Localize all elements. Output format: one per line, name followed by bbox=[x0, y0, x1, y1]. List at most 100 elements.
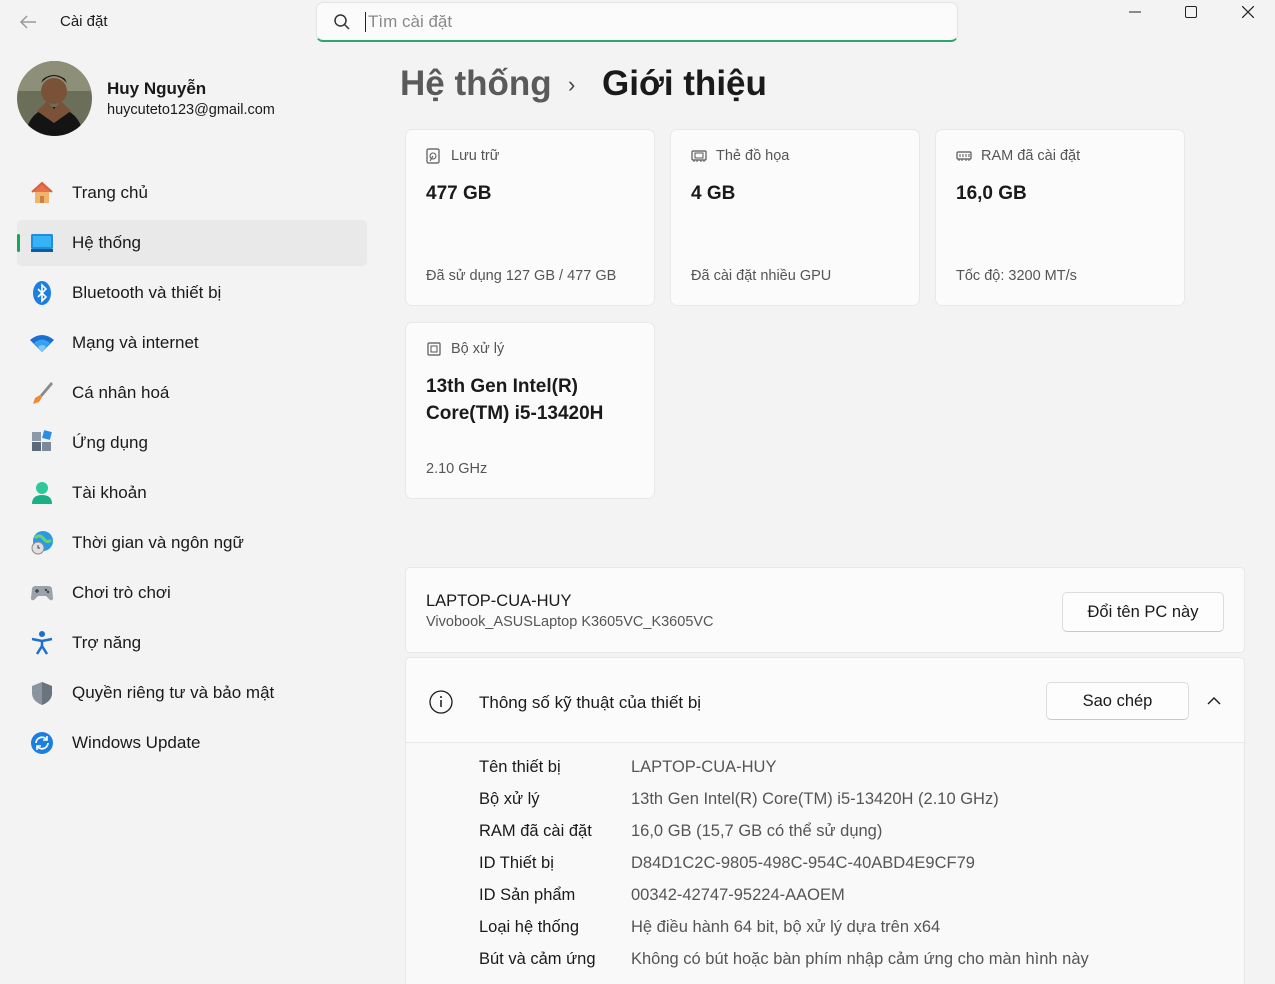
sidebar-item-bluetooth[interactable]: Bluetooth và thiết bị bbox=[17, 270, 367, 316]
avatar-photo-icon bbox=[17, 61, 92, 136]
storage-usage: Đã sử dụng 127 GB / 477 GB bbox=[426, 268, 617, 284]
spec-value[interactable]: LAPTOP-CUA-HUY bbox=[631, 758, 776, 777]
sidebar-item-label: Hệ thống bbox=[72, 233, 141, 252]
wifi-icon bbox=[29, 330, 55, 356]
spec-row: Bút và cảm ứng Không có bút hoặc bàn phí… bbox=[479, 943, 1089, 975]
sidebar-item-label: Mạng và internet bbox=[72, 333, 199, 352]
bluetooth-icon bbox=[29, 280, 55, 306]
storage-card: Lưu trữ 477 GB Đã sử dụng 127 GB / 477 G… bbox=[405, 129, 655, 306]
spec-row: ID Sản phẩm 00342-42747-95224-AAOEM bbox=[479, 879, 845, 911]
search-icon bbox=[334, 13, 350, 30]
maximize-icon bbox=[1185, 6, 1197, 18]
home-icon bbox=[29, 180, 55, 206]
gamepad-icon bbox=[29, 580, 55, 606]
globe-clock-icon bbox=[29, 530, 55, 556]
copy-button[interactable]: Sao chép bbox=[1046, 682, 1189, 720]
search-box[interactable] bbox=[316, 2, 958, 42]
pc-model: Vivobook_ASUSLaptop K3605VC_K3605VC bbox=[426, 614, 714, 630]
sidebar-item-windows-update[interactable]: Windows Update bbox=[17, 720, 367, 766]
minimize-icon bbox=[1129, 11, 1141, 13]
maximize-button[interactable] bbox=[1168, 0, 1214, 24]
storage-label: Lưu trữ bbox=[451, 148, 500, 164]
spec-label: ID Sản phẩm bbox=[479, 885, 576, 904]
sidebar-item-system[interactable]: Hệ thống bbox=[17, 220, 367, 266]
brush-icon bbox=[29, 380, 55, 406]
spec-label: Tên thiết bị bbox=[479, 757, 561, 776]
sidebar-item-home[interactable]: Trang chủ bbox=[17, 170, 367, 216]
accessibility-icon bbox=[29, 630, 55, 656]
storage-value: 477 GB bbox=[426, 183, 492, 204]
spec-row: Bộ xử lý 13th Gen Intel(R) Core(TM) i5-1… bbox=[479, 783, 999, 815]
spec-value[interactable]: 16,0 GB (15,7 GB có thể sử dụng) bbox=[631, 822, 882, 841]
user-name: Huy Nguyễn bbox=[107, 79, 207, 98]
spec-row: Tên thiết bị LAPTOP-CUA-HUY bbox=[479, 751, 776, 783]
gpu-sub: Đã cài đặt nhiều GPU bbox=[691, 268, 832, 284]
search-input[interactable] bbox=[365, 11, 925, 32]
ram-icon bbox=[956, 148, 972, 164]
ram-label: RAM đã cài đặt bbox=[981, 148, 1081, 164]
sidebar-item-label: Trợ năng bbox=[72, 633, 142, 652]
cpu-speed: 2.10 GHz bbox=[426, 461, 488, 477]
ram-speed: Tốc độ: 3200 MT/s bbox=[956, 268, 1077, 284]
sidebar-item-apps[interactable]: Ứng dụng bbox=[17, 420, 367, 466]
storage-icon bbox=[426, 148, 442, 164]
cpu-card: Bộ xử lý 13th Gen Intel(R) Core(TM) i5-1… bbox=[405, 322, 655, 499]
ram-card: RAM đã cài đặt 16,0 GB Tốc độ: 3200 MT/s bbox=[935, 129, 1185, 306]
avatar[interactable] bbox=[17, 61, 92, 136]
sidebar-item-gaming[interactable]: Chơi trò chơi bbox=[17, 570, 367, 616]
breadcrumb-separator: › bbox=[568, 72, 576, 97]
shield-icon bbox=[29, 680, 55, 706]
apps-icon bbox=[29, 430, 55, 456]
sidebar-item-label: Cá nhân hoá bbox=[72, 383, 170, 402]
spec-row: ID Thiết bị D84D1C2C-9805-498C-954C-40AB… bbox=[479, 847, 975, 879]
back-arrow-icon bbox=[19, 15, 36, 29]
chevron-up-icon[interactable] bbox=[1204, 691, 1224, 711]
spec-label: ID Thiết bị bbox=[479, 853, 554, 872]
page-title: Giới thiệu bbox=[602, 64, 767, 103]
spec-label: RAM đã cài đặt bbox=[479, 821, 592, 840]
title-bar: Cài đặt bbox=[0, 0, 1275, 44]
sidebar-item-personalization[interactable]: Cá nhân hoá bbox=[17, 370, 367, 416]
system-icon bbox=[29, 230, 55, 256]
breadcrumb-parent[interactable]: Hệ thống bbox=[400, 64, 552, 104]
device-specs-title: Thông số kỹ thuật của thiết bị bbox=[479, 693, 702, 712]
spec-value[interactable]: 13th Gen Intel(R) Core(TM) i5-13420H (2.… bbox=[631, 790, 999, 809]
device-name-panel: LAPTOP-CUA-HUY Vivobook_ASUSLaptop K3605… bbox=[405, 567, 1245, 653]
sidebar-item-label: Chơi trò chơi bbox=[72, 583, 171, 602]
app-title: Cài đặt bbox=[60, 13, 108, 30]
minimize-button[interactable] bbox=[1112, 0, 1158, 24]
cpu-label: Bộ xử lý bbox=[451, 341, 505, 357]
account-icon bbox=[29, 480, 55, 506]
sidebar-item-accounts[interactable]: Tài khoản bbox=[17, 470, 367, 516]
spec-value[interactable]: D84D1C2C-9805-498C-954C-40ABD4E9CF79 bbox=[631, 854, 975, 873]
sidebar-item-time-language[interactable]: Thời gian và ngôn ngữ bbox=[17, 520, 367, 566]
rename-pc-button[interactable]: Đổi tên PC này bbox=[1062, 592, 1224, 632]
sidebar-item-label: Trang chủ bbox=[72, 183, 148, 202]
sidebar-item-label: Windows Update bbox=[72, 733, 201, 752]
sidebar-item-accessibility[interactable]: Trợ năng bbox=[17, 620, 367, 666]
spec-label: Bộ xử lý bbox=[479, 789, 540, 808]
spec-value[interactable]: Không có bút hoặc bàn phím nhập cảm ứng … bbox=[631, 950, 1089, 969]
spec-row: RAM đã cài đặt 16,0 GB (15,7 GB có thể s… bbox=[479, 815, 882, 847]
user-email: huycuteto123@gmail.com bbox=[107, 102, 275, 118]
spec-label: Bút và cảm ứng bbox=[479, 949, 596, 968]
cpu-value: 13th Gen Intel(R) Core(TM) i5-13420H bbox=[426, 373, 603, 427]
close-button[interactable] bbox=[1225, 0, 1271, 24]
device-specs-body: Tên thiết bị LAPTOP-CUA-HUY Bộ xử lý 13t… bbox=[405, 743, 1245, 984]
sidebar-item-privacy[interactable]: Quyền riêng tư và bảo mật bbox=[17, 670, 367, 716]
sidebar-item-label: Ứng dụng bbox=[72, 433, 148, 452]
spec-value[interactable]: 00342-42747-95224-AAOEM bbox=[631, 886, 845, 905]
info-icon bbox=[429, 690, 453, 714]
cpu-value-line2: Core(TM) i5-13420H bbox=[426, 403, 604, 424]
device-specs-header[interactable]: Thông số kỹ thuật của thiết bị Sao chép bbox=[405, 657, 1245, 743]
sidebar-item-network[interactable]: Mạng và internet bbox=[17, 320, 367, 366]
cpu-value-line1: 13th Gen Intel(R) bbox=[426, 376, 579, 397]
ram-value: 16,0 GB bbox=[956, 183, 1027, 204]
sidebar-item-label: Thời gian và ngôn ngữ bbox=[72, 533, 244, 552]
close-icon bbox=[1242, 6, 1254, 18]
sidebar-item-label: Quyền riêng tư và bảo mật bbox=[72, 683, 275, 702]
spec-value[interactable]: Hệ điều hành 64 bit, bộ xử lý dựa trên x… bbox=[631, 918, 940, 937]
back-button[interactable] bbox=[14, 8, 42, 36]
gpu-icon bbox=[691, 148, 707, 164]
spec-row: Loại hệ thống Hệ điều hành 64 bit, bộ xử… bbox=[479, 911, 940, 943]
